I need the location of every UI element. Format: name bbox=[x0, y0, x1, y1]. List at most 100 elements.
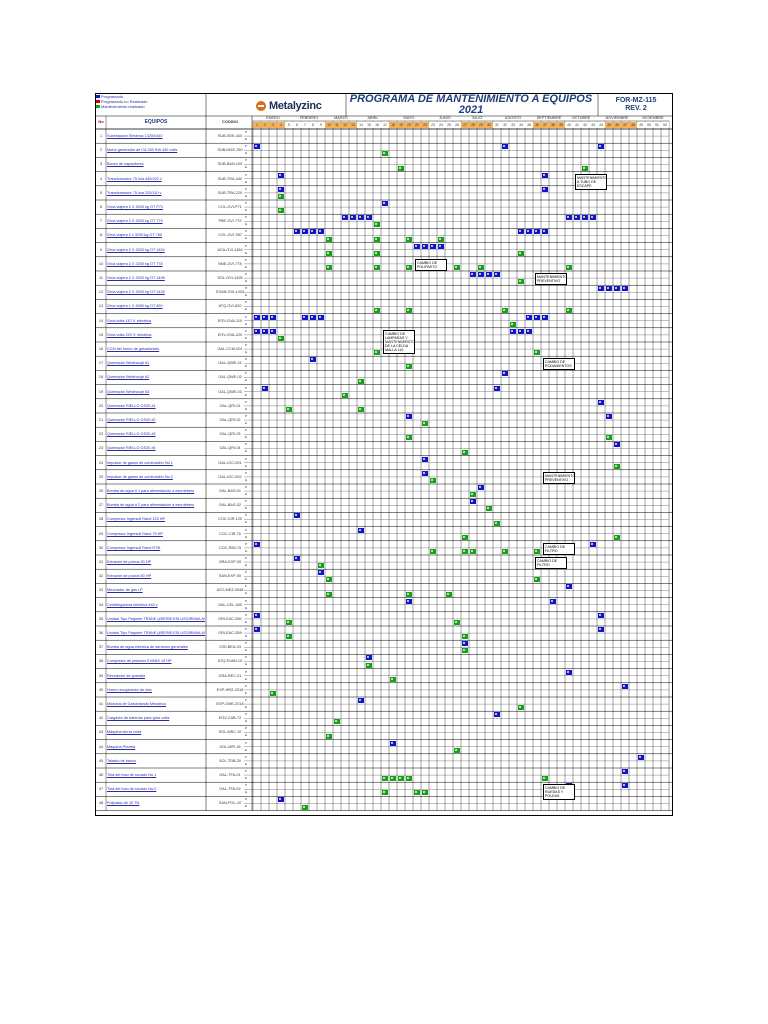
programmed-mark[interactable] bbox=[574, 215, 580, 221]
completed-mark[interactable] bbox=[470, 548, 476, 554]
programmed-mark[interactable] bbox=[494, 385, 500, 391]
completed-mark[interactable] bbox=[278, 208, 284, 214]
completed-mark[interactable] bbox=[374, 236, 380, 242]
equipment-name[interactable]: Compresor Ingersoll Rand R75i bbox=[107, 541, 205, 555]
programmed-mark[interactable] bbox=[310, 314, 316, 320]
programmed-mark[interactable] bbox=[534, 314, 540, 320]
completed-mark[interactable] bbox=[334, 719, 340, 725]
completed-mark[interactable] bbox=[326, 591, 332, 597]
programmed-mark[interactable] bbox=[542, 172, 548, 178]
programmed-mark[interactable] bbox=[254, 314, 260, 320]
completed-mark[interactable] bbox=[374, 222, 380, 228]
completed-mark[interactable] bbox=[406, 264, 412, 270]
equipment-name[interactable]: Máquina Pinzeta bbox=[107, 740, 205, 754]
programmed-mark[interactable] bbox=[606, 414, 612, 419]
completed-mark[interactable] bbox=[478, 264, 484, 270]
equipment-name[interactable]: Subestación Eléctrica 13200/440 bbox=[107, 129, 205, 143]
programmed-mark[interactable] bbox=[254, 144, 260, 150]
completed-mark[interactable] bbox=[446, 591, 452, 597]
completed-mark[interactable] bbox=[430, 477, 436, 483]
programmed-mark[interactable] bbox=[598, 612, 604, 618]
programmed-mark[interactable] bbox=[486, 272, 492, 277]
programmed-mark[interactable] bbox=[526, 314, 532, 320]
completed-mark[interactable] bbox=[518, 279, 524, 285]
completed-mark[interactable] bbox=[382, 790, 388, 796]
programmed-mark[interactable] bbox=[590, 541, 596, 547]
equipment-name[interactable]: Grúa viajera 2 X 3200 kg OT 778 bbox=[107, 257, 205, 271]
completed-mark[interactable] bbox=[614, 463, 620, 469]
equipment-name[interactable]: Grúa volta 220 V. eléctrica bbox=[107, 328, 205, 342]
completed-mark[interactable] bbox=[406, 591, 412, 597]
programmed-mark[interactable] bbox=[350, 215, 356, 221]
programmed-mark[interactable] bbox=[358, 215, 364, 221]
programmed-mark[interactable] bbox=[614, 442, 620, 448]
programmed-mark[interactable] bbox=[566, 584, 572, 590]
equipment-name[interactable]: Transformador 75 kva 220/110 v bbox=[107, 186, 205, 200]
equipment-name[interactable]: Bomba de agua # 2 para alimentación a es… bbox=[107, 498, 205, 512]
programmed-mark[interactable] bbox=[518, 328, 524, 334]
completed-mark[interactable] bbox=[302, 804, 308, 810]
equipment-name[interactable]: Cargador de baterías para grúa volta bbox=[107, 711, 205, 725]
equipment-name[interactable]: Impulsor de gases de combustión No.1 bbox=[107, 456, 205, 470]
programmed-mark[interactable] bbox=[598, 286, 604, 292]
programmed-mark[interactable] bbox=[318, 570, 324, 576]
programmed-mark[interactable] bbox=[622, 286, 628, 292]
completed-mark[interactable] bbox=[462, 449, 468, 455]
programmed-mark[interactable] bbox=[422, 243, 428, 249]
programmed-mark[interactable] bbox=[542, 186, 548, 192]
programmed-mark[interactable] bbox=[478, 485, 484, 490]
completed-mark[interactable] bbox=[454, 747, 460, 753]
completed-mark[interactable] bbox=[422, 421, 428, 427]
completed-mark[interactable] bbox=[326, 577, 332, 583]
programmed-mark[interactable] bbox=[598, 627, 604, 632]
programmed-mark[interactable] bbox=[414, 243, 420, 249]
equipment-name[interactable]: Tina del foso de secado No.2 bbox=[107, 782, 205, 796]
programmed-mark[interactable] bbox=[542, 229, 548, 235]
completed-mark[interactable] bbox=[278, 335, 284, 341]
equipment-name[interactable]: Quemador RIELLO GS20 #2 bbox=[107, 413, 205, 427]
programmed-mark[interactable] bbox=[310, 357, 316, 363]
programmed-mark[interactable] bbox=[622, 769, 628, 774]
programmed-mark[interactable] bbox=[310, 229, 316, 235]
programmed-mark[interactable] bbox=[278, 186, 284, 192]
completed-mark[interactable] bbox=[462, 534, 468, 540]
equipment-name[interactable]: Banco de capacitores bbox=[107, 157, 205, 171]
completed-mark[interactable] bbox=[462, 648, 468, 654]
programmed-mark[interactable] bbox=[278, 172, 284, 178]
programmed-mark[interactable] bbox=[294, 556, 300, 561]
equipment-name[interactable]: Grúa viajera 2 x 3200 kg OT 780 bbox=[107, 228, 205, 242]
completed-mark[interactable] bbox=[462, 634, 468, 640]
equipment-name[interactable]: Extractor de polvos 50 HP bbox=[107, 569, 205, 583]
programmed-mark[interactable] bbox=[542, 314, 548, 320]
completed-mark[interactable] bbox=[326, 250, 332, 256]
programmed-mark[interactable] bbox=[470, 272, 476, 277]
programmed-mark[interactable] bbox=[478, 272, 484, 277]
completed-mark[interactable] bbox=[518, 705, 524, 711]
completed-mark[interactable] bbox=[374, 264, 380, 270]
programmed-mark[interactable] bbox=[318, 314, 324, 320]
completed-mark[interactable] bbox=[510, 321, 516, 327]
equipment-name[interactable]: Quemador Weishaupt #3 bbox=[107, 385, 205, 399]
equipment-name[interactable]: Bomba de agua eléctrica de servicios gen… bbox=[107, 640, 205, 654]
equipment-name[interactable]: Quemador Weishaupt #2 bbox=[107, 370, 205, 384]
equipment-name[interactable]: Grúa viajera 2 X 3200 kg OT 1433 bbox=[107, 285, 205, 299]
programmed-mark[interactable] bbox=[462, 641, 468, 647]
equipment-name[interactable]: Grúa viajera 2 X 3200 kg OT 779 bbox=[107, 214, 205, 228]
completed-mark[interactable] bbox=[366, 662, 372, 668]
completed-mark[interactable] bbox=[406, 236, 412, 242]
programmed-mark[interactable] bbox=[494, 272, 500, 277]
equipment-name[interactable]: Bomba de agua # 1 para alimentación a es… bbox=[107, 484, 205, 498]
programmed-mark[interactable] bbox=[526, 229, 532, 235]
equipment-name[interactable]: CCM del horno de galvanizado bbox=[107, 342, 205, 356]
programmed-mark[interactable] bbox=[590, 215, 596, 221]
equipment-name[interactable]: Motor generador de CA 250 KW 440 volts bbox=[107, 143, 205, 157]
completed-mark[interactable] bbox=[542, 776, 548, 782]
programmed-mark[interactable] bbox=[406, 414, 412, 419]
equipment-name[interactable]: Polipasto de 10 TN bbox=[107, 796, 205, 810]
equipment-name[interactable]: Grúa volta 110 V. eléctrica bbox=[107, 314, 205, 328]
completed-mark[interactable] bbox=[494, 520, 500, 526]
completed-mark[interactable] bbox=[438, 236, 444, 242]
completed-mark[interactable] bbox=[486, 506, 492, 512]
completed-mark[interactable] bbox=[406, 776, 412, 782]
equipment-name[interactable]: Extractor de polvos 30 HP bbox=[107, 555, 205, 569]
